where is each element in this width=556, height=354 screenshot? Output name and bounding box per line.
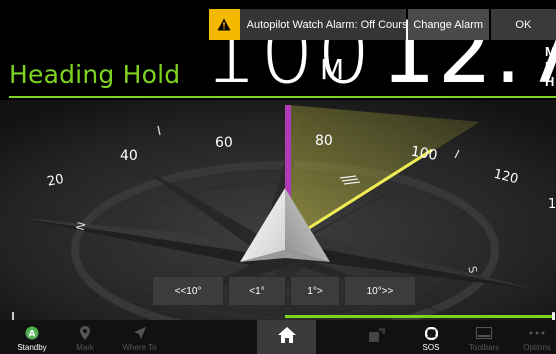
warning-icon — [209, 9, 240, 40]
standby-button[interactable]: A Standby — [12, 320, 52, 354]
where-to-label: Where To — [122, 343, 157, 352]
more-dots-icon — [529, 325, 545, 341]
step-starboard-1-button[interactable]: 1°> — [290, 276, 340, 306]
step-port-10-button[interactable]: <<10° — [152, 276, 224, 306]
home-icon — [277, 326, 296, 348]
home-button[interactable] — [257, 320, 316, 354]
toolbars-label: Toolbars — [468, 343, 500, 352]
speed-unit-letter: H — [545, 74, 555, 89]
mark-button[interactable]: Mark — [65, 320, 105, 354]
scale-label: 40 — [120, 148, 138, 164]
progress-start-marker — [12, 312, 14, 320]
speed-unit: M P H — [545, 44, 556, 89]
scale-label: 60 — [215, 135, 233, 151]
pilot-panel-icon — [369, 327, 385, 347]
heading-reference: M — [320, 53, 345, 86]
where-to-button[interactable]: Where To — [112, 320, 167, 354]
toolbar-icon — [476, 325, 492, 341]
lifebuoy-icon — [423, 325, 439, 341]
mode-title: Heading Hold — [9, 60, 181, 89]
speed-unit-letter: P — [545, 59, 554, 74]
sos-button[interactable]: SOS — [412, 320, 450, 354]
autopilot-icon: A — [24, 325, 40, 341]
change-alarm-button[interactable]: Change Alarm — [407, 9, 489, 40]
alarm-banner: Autopilot Watch Alarm: Off Course Change… — [209, 9, 556, 40]
step-port-1-button[interactable]: <1° — [228, 276, 286, 306]
navigate-arrow-icon — [132, 325, 148, 341]
standby-label: Standby — [17, 343, 47, 352]
map-pin-icon — [77, 325, 93, 341]
speed-unit-letter: M — [545, 44, 556, 59]
pilot-panel-button[interactable] — [362, 320, 392, 354]
options-button[interactable]: Options — [516, 320, 556, 354]
header-divider — [9, 96, 556, 98]
alarm-message: Autopilot Watch Alarm: Off Course — [239, 9, 414, 40]
step-starboard-10-button[interactable]: 10°>> — [344, 276, 416, 306]
ok-button[interactable]: OK — [490, 9, 556, 40]
scale-label: 1 — [548, 197, 556, 212]
scale-label: 80 — [315, 133, 333, 149]
sos-label: SOS — [422, 343, 440, 352]
svg-text:A: A — [29, 330, 36, 340]
mark-label: Mark — [76, 343, 94, 352]
progress-fill — [285, 315, 555, 318]
toolbars-button[interactable]: Toolbars — [461, 320, 507, 354]
options-label: Options — [523, 343, 551, 352]
